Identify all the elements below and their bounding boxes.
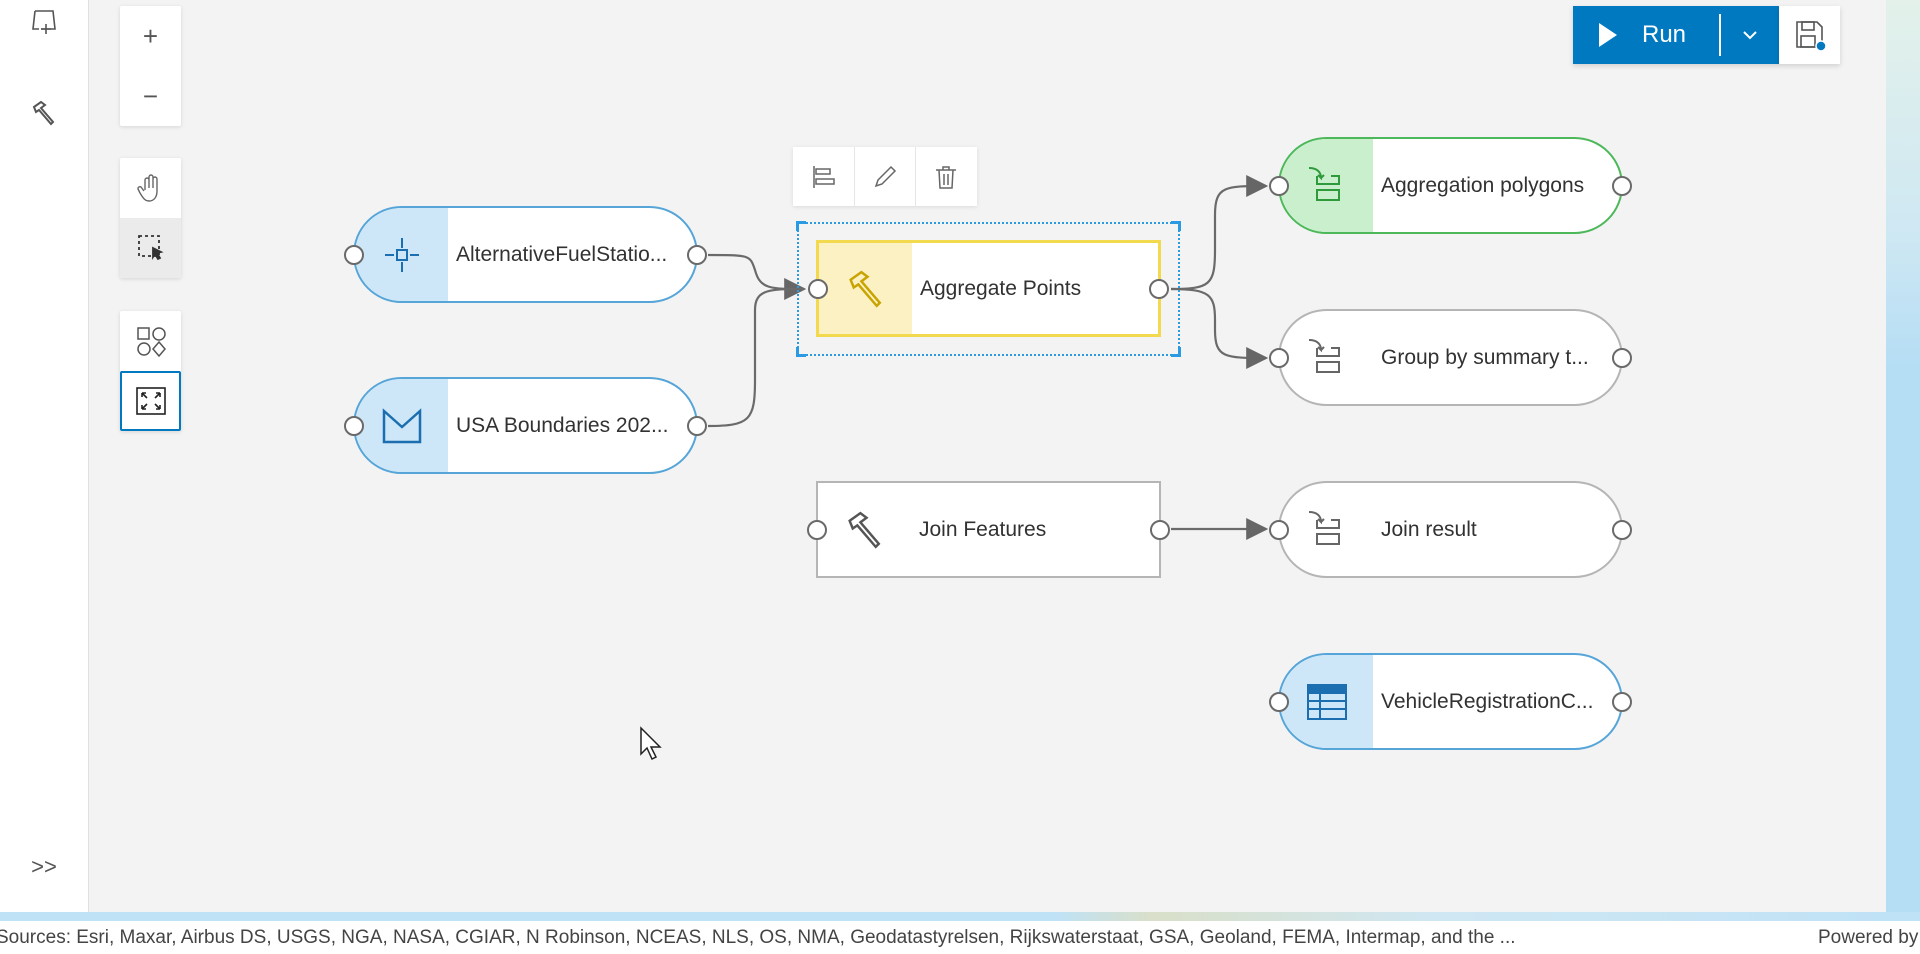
navigation-panel [120, 158, 181, 278]
attribution-sources[interactable]: Sources: Esri, Maxar, Airbus DS, USGS, N… [0, 921, 1516, 954]
add-map-icon[interactable] [24, 2, 64, 42]
save-button[interactable] [1779, 6, 1840, 64]
auto-layout-button[interactable] [120, 311, 181, 371]
output-port[interactable] [1150, 519, 1170, 540]
input-port[interactable] [344, 244, 364, 265]
output-layer-icon [1280, 139, 1373, 232]
edit-icon [874, 165, 897, 187]
node-aggregate-points[interactable]: Aggregate Points [808, 240, 1169, 337]
input-port[interactable] [1269, 691, 1289, 712]
marquee-select-icon [137, 235, 164, 261]
model-canvas[interactable] [89, 0, 1886, 912]
output-port[interactable] [1149, 278, 1169, 299]
selection-corner [1171, 221, 1181, 231]
node-label: Join Features [919, 517, 1047, 541]
node-aggregation-polygons[interactable]: Aggregation polygons [1269, 137, 1632, 234]
node-altfuel[interactable]: AlternativeFuelStatio... [344, 206, 707, 303]
hand-icon [136, 174, 158, 202]
input-port[interactable] [808, 278, 828, 299]
shapes-icon [136, 327, 166, 357]
powered-by[interactable]: Powered by Esri [1818, 921, 1920, 954]
output-layer-icon [1280, 311, 1373, 404]
align-button[interactable] [793, 147, 854, 206]
point-layer-icon [355, 208, 448, 301]
zoom-panel: + − [120, 6, 181, 126]
output-port[interactable] [687, 244, 707, 265]
delete-button[interactable] [915, 147, 976, 206]
align-icon [812, 165, 835, 188]
fit-icon [135, 387, 166, 415]
node-label: USA Boundaries 202... [456, 413, 669, 437]
input-port[interactable] [344, 415, 364, 436]
node-label: Group by summary t... [1381, 345, 1589, 369]
output-port[interactable] [1612, 347, 1632, 368]
output-port[interactable] [687, 415, 707, 436]
node-usa-boundaries[interactable]: USA Boundaries 202... [344, 377, 707, 474]
run-button[interactable]: Run [1573, 6, 1779, 64]
trash-icon [936, 165, 956, 189]
selection-corner [796, 221, 806, 231]
node-label: Aggregate Points [920, 276, 1082, 300]
expand-sidebar-button[interactable]: >> [24, 847, 64, 887]
node-toolbar [793, 147, 977, 206]
basemap[interactable] [1886, 0, 1920, 921]
play-icon [1599, 23, 1617, 47]
node-vehicle-registration[interactable]: VehicleRegistrationC... [1269, 653, 1632, 750]
map-attribution: Sources: Esri, Maxar, Airbus DS, USGS, N… [0, 921, 1920, 954]
input-port[interactable] [1269, 519, 1289, 540]
edit-button[interactable] [854, 147, 915, 206]
selection-corner [796, 347, 806, 357]
zoom-in-button[interactable]: + [120, 6, 181, 66]
chevron-down-icon [1743, 31, 1757, 40]
pan-button[interactable] [120, 158, 181, 218]
expand-icon: >> [31, 854, 57, 879]
node-join-result[interactable]: Join result [1269, 481, 1632, 578]
sidebar: >> [0, 0, 89, 912]
hammer-icon[interactable] [24, 93, 64, 133]
save-icon [1795, 21, 1827, 52]
zoom-out-button[interactable]: − [120, 66, 181, 126]
node-label: Aggregation polygons [1381, 173, 1585, 197]
select-button[interactable] [120, 218, 181, 278]
node-label: AlternativeFuelStatio... [456, 242, 668, 266]
layout-panel [120, 311, 181, 431]
output-port[interactable] [1612, 691, 1632, 712]
basemap-strip [0, 912, 1920, 921]
input-port[interactable] [1269, 347, 1289, 368]
polygon-layer-icon [355, 379, 448, 472]
run-label: Run [1642, 21, 1687, 48]
output-layer-icon [1280, 483, 1373, 576]
node-label: Join result [1381, 517, 1477, 541]
selection-corner [1171, 347, 1181, 357]
hammer-icon [819, 243, 912, 334]
table-icon [1280, 655, 1373, 748]
mouse-cursor-icon [639, 726, 663, 767]
node-join-features[interactable]: Join Features [807, 481, 1170, 578]
input-port[interactable] [1269, 175, 1289, 196]
output-port[interactable] [1612, 519, 1632, 540]
node-label: VehicleRegistrationC... [1381, 689, 1594, 713]
hammer-icon [818, 483, 911, 576]
node-group-by-summary[interactable]: Group by summary t... [1269, 309, 1632, 406]
input-port[interactable] [807, 519, 827, 540]
run-options-dropdown[interactable] [1721, 6, 1779, 64]
output-port[interactable] [1612, 175, 1632, 196]
fit-to-view-button[interactable] [120, 371, 181, 431]
